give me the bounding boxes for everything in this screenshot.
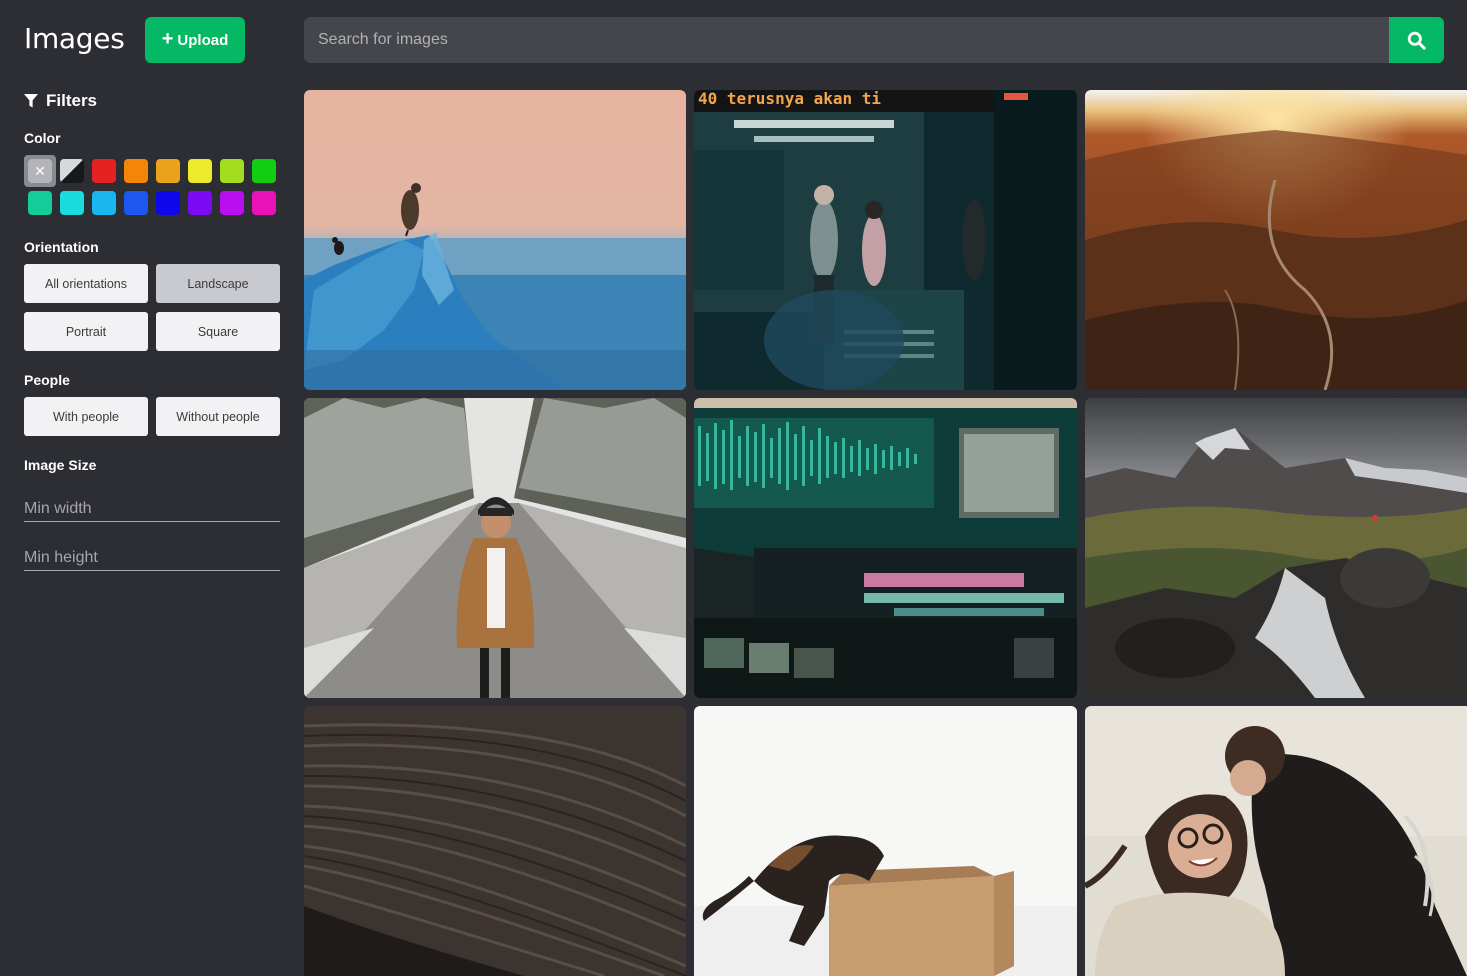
filters-label: Filters bbox=[46, 91, 98, 110]
image-tile-wood[interactable] bbox=[304, 706, 686, 976]
wood-curve-image bbox=[304, 706, 686, 976]
min-width-input[interactable] bbox=[24, 494, 280, 522]
people-options: With people Without people bbox=[24, 397, 280, 436]
search-icon bbox=[1407, 31, 1426, 50]
color-swatch-turquoise[interactable] bbox=[56, 187, 88, 219]
image-tile-editing-screen[interactable] bbox=[694, 398, 1077, 698]
color-swatch-clear[interactable]: ✕ bbox=[24, 155, 56, 187]
color-section-label: Color bbox=[24, 130, 61, 146]
canyon-sunset-image bbox=[1085, 90, 1467, 390]
search-bar bbox=[304, 17, 1444, 63]
upload-button[interactable]: + Upload bbox=[145, 17, 245, 63]
search-input[interactable] bbox=[304, 17, 1389, 63]
color-swatch-deep-blue[interactable] bbox=[152, 187, 184, 219]
without-people-button[interactable]: Without people bbox=[156, 397, 280, 436]
image-tile-subway[interactable]: 40 terusnya akan ti bbox=[694, 90, 1077, 390]
min-height-input[interactable] bbox=[24, 543, 280, 571]
image-tile-canyon[interactable] bbox=[1085, 90, 1467, 390]
color-swatch-amber[interactable] bbox=[152, 155, 184, 187]
color-swatch-black-white[interactable] bbox=[56, 155, 88, 187]
image-tile-mountain[interactable] bbox=[1085, 398, 1467, 698]
audio-editing-screen-image bbox=[694, 398, 1077, 698]
eagle-on-ice-image bbox=[304, 90, 686, 390]
search-button[interactable] bbox=[1389, 17, 1444, 63]
color-swatch-red[interactable] bbox=[88, 155, 120, 187]
image-tile-woman-road[interactable] bbox=[304, 398, 686, 698]
orientation-section-label: Orientation bbox=[24, 239, 99, 255]
color-swatch-teal[interactable] bbox=[24, 187, 56, 219]
color-swatch-grid: ✕ bbox=[24, 155, 280, 219]
cat-and-box-image bbox=[694, 706, 1077, 976]
people-section-label: People bbox=[24, 372, 70, 388]
subway-led-text: 40 terusnya akan ti bbox=[698, 90, 881, 108]
subway-station-image: 40 terusnya akan ti bbox=[694, 90, 1077, 390]
image-size-section-label: Image Size bbox=[24, 457, 97, 473]
image-search-app: Images + Upload Filters Color ✕ Orientat… bbox=[0, 0, 1467, 976]
with-people-button[interactable]: With people bbox=[24, 397, 148, 436]
color-swatch-purple[interactable] bbox=[216, 187, 248, 219]
color-swatch-cyan[interactable] bbox=[88, 187, 120, 219]
couple-in-snow-image bbox=[1085, 706, 1467, 976]
brand-title: Images bbox=[24, 22, 125, 55]
filters-heading: Filters bbox=[24, 91, 97, 111]
woman-snowy-road-image bbox=[304, 398, 686, 698]
color-swatch-yellow[interactable] bbox=[184, 155, 216, 187]
orientation-square-button[interactable]: Square bbox=[156, 312, 280, 351]
color-swatch-lime[interactable] bbox=[216, 155, 248, 187]
color-swatch-violet[interactable] bbox=[184, 187, 216, 219]
color-swatch-blue[interactable] bbox=[120, 187, 152, 219]
color-swatch-green[interactable] bbox=[248, 155, 280, 187]
orientation-options: All orientations Landscape Portrait Squa… bbox=[24, 264, 280, 351]
filter-funnel-icon bbox=[24, 94, 38, 108]
image-tile-couple[interactable] bbox=[1085, 706, 1467, 976]
close-icon: ✕ bbox=[28, 159, 52, 183]
image-tile-cat-box[interactable] bbox=[694, 706, 1077, 976]
mountain-waterfall-image bbox=[1085, 398, 1467, 698]
color-swatch-magenta[interactable] bbox=[248, 187, 280, 219]
image-tile-eagle[interactable] bbox=[304, 90, 686, 390]
orientation-all-button[interactable]: All orientations bbox=[24, 264, 148, 303]
orientation-portrait-button[interactable]: Portrait bbox=[24, 312, 148, 351]
plus-icon: + bbox=[161, 28, 174, 50]
upload-label: Upload bbox=[177, 31, 229, 49]
color-swatch-orange[interactable] bbox=[120, 155, 152, 187]
orientation-landscape-button[interactable]: Landscape bbox=[156, 264, 280, 303]
